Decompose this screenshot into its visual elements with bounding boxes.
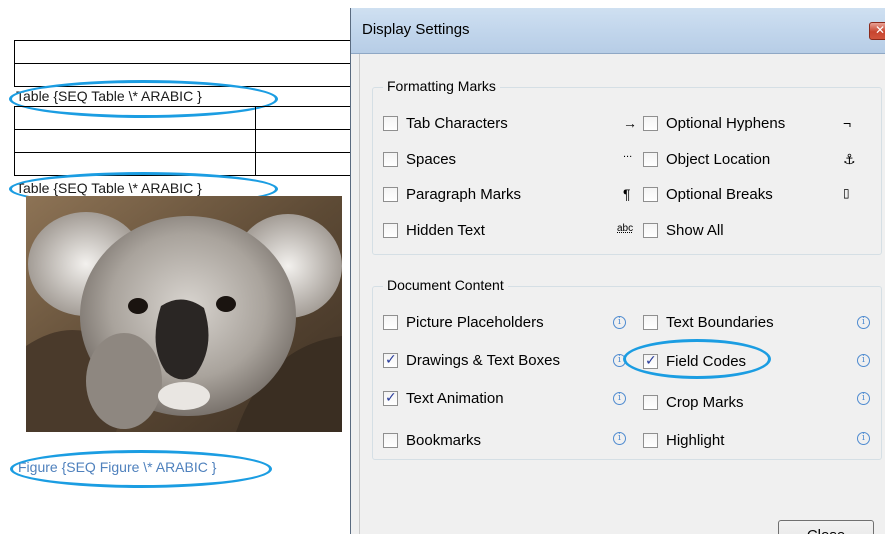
koala-photo	[26, 196, 342, 432]
close-button[interactable]: Close	[778, 520, 874, 534]
table-row	[14, 130, 350, 153]
object-location-option[interactable]: Object Location	[643, 148, 770, 170]
space-dots-icon: ...	[623, 148, 633, 160]
info-icon[interactable]: i	[613, 316, 626, 329]
picture-placeholders-checkbox[interactable]	[383, 314, 398, 330]
bookmarks-checkbox[interactable]	[383, 432, 398, 448]
hidden-text-label: Hidden Text	[406, 221, 485, 239]
drawings-text-boxes-option[interactable]: Drawings & Text Boxes	[383, 349, 560, 371]
picture-placeholders-option[interactable]: Picture Placeholders	[383, 311, 544, 333]
table-middle	[14, 106, 350, 176]
object-location-label: Object Location	[666, 150, 771, 168]
text-boundaries-checkbox[interactable]	[643, 314, 658, 330]
tab-characters-label: Tab Characters	[406, 114, 508, 132]
text-animation-label: Text Animation	[406, 389, 504, 407]
spaces-option[interactable]: Spaces	[383, 148, 456, 170]
info-icon[interactable]: i	[857, 392, 870, 405]
crop-marks-checkbox[interactable]	[643, 394, 658, 410]
optional-break-icon: ▯	[843, 186, 850, 200]
info-icon[interactable]: i	[857, 354, 870, 367]
optional-hyphens-checkbox[interactable]	[643, 115, 658, 131]
optional-breaks-option[interactable]: Optional Breaks	[643, 183, 773, 205]
paragraph-marks-label: Paragraph Marks	[406, 185, 522, 203]
text-animation-checkbox[interactable]	[383, 389, 398, 406]
highlight-ellipse	[623, 339, 771, 379]
info-icon[interactable]: i	[613, 392, 626, 405]
paragraph-marks-option[interactable]: Paragraph Marks	[383, 183, 521, 205]
document-content-group: Document Content Picture Placeholders i …	[372, 277, 882, 460]
drawings-text-boxes-checkbox[interactable]	[383, 351, 398, 368]
info-icon[interactable]: i	[857, 316, 870, 329]
table-row	[14, 41, 350, 64]
tab-characters-checkbox[interactable]	[383, 115, 398, 131]
optional-hyphens-label: Optional Hyphens	[666, 114, 786, 132]
window-close-icon[interactable]: ✕	[869, 22, 885, 40]
spaces-label: Spaces	[406, 150, 457, 168]
crop-marks-label: Crop Marks	[666, 393, 744, 411]
crop-marks-option[interactable]: Crop Marks	[643, 391, 744, 413]
optional-breaks-label: Optional Breaks	[666, 185, 773, 203]
highlight-checkbox[interactable]	[643, 432, 658, 448]
info-icon[interactable]: i	[613, 432, 626, 445]
optional-hyphens-option[interactable]: Optional Hyphens	[643, 112, 785, 134]
highlight-ellipse	[10, 450, 272, 488]
text-animation-option[interactable]: Text Animation	[383, 387, 504, 409]
spaces-checkbox[interactable]	[383, 151, 398, 167]
display-settings-dialog: Display Settings ✕ Formatting Marks Tab …	[350, 8, 885, 534]
bookmarks-option[interactable]: Bookmarks	[383, 429, 481, 451]
hidden-text-checkbox[interactable]	[383, 222, 398, 238]
tab-characters-option[interactable]: Tab Characters	[383, 112, 508, 134]
drawings-text-boxes-label: Drawings & Text Boxes	[406, 351, 560, 369]
document-area: Table {SEQ Table \* ARABIC } Table {SEQ …	[0, 0, 360, 534]
formatting-marks-label: Formatting Marks	[383, 78, 500, 94]
highlight-label: Highlight	[666, 431, 725, 449]
object-location-checkbox[interactable]	[643, 151, 658, 167]
show-all-label: Show All	[666, 221, 724, 239]
dialog-titlebar[interactable]: Display Settings ✕	[351, 8, 885, 54]
highlight-option[interactable]: Highlight	[643, 429, 724, 451]
hidden-text-icon: abc	[617, 223, 634, 234]
dialog-body: Formatting Marks Tab Characters → Option…	[359, 54, 885, 534]
info-icon[interactable]: i	[857, 432, 870, 445]
anchor-icon: ⚓	[843, 151, 856, 167]
formatting-marks-group: Formatting Marks Tab Characters → Option…	[372, 78, 882, 255]
table-row	[14, 107, 350, 130]
text-boundaries-option[interactable]: Text Boundaries	[643, 311, 774, 333]
paragraph-marks-checkbox[interactable]	[383, 186, 398, 202]
dialog-title: Display Settings	[362, 21, 470, 38]
show-all-checkbox[interactable]	[643, 222, 658, 238]
show-all-option[interactable]: Show All	[643, 219, 724, 241]
document-content-label: Document Content	[383, 277, 508, 293]
bookmarks-label: Bookmarks	[406, 431, 482, 449]
picture-placeholders-label: Picture Placeholders	[406, 313, 544, 331]
text-boundaries-label: Text Boundaries	[666, 313, 774, 331]
hidden-text-option[interactable]: Hidden Text	[383, 219, 485, 241]
koala-illustration	[26, 196, 342, 432]
optional-breaks-checkbox[interactable]	[643, 186, 658, 202]
tab-arrow-icon: →	[623, 115, 637, 131]
pilcrow-icon: ¶	[623, 186, 631, 202]
optional-hyphen-icon: ¬	[843, 115, 852, 131]
